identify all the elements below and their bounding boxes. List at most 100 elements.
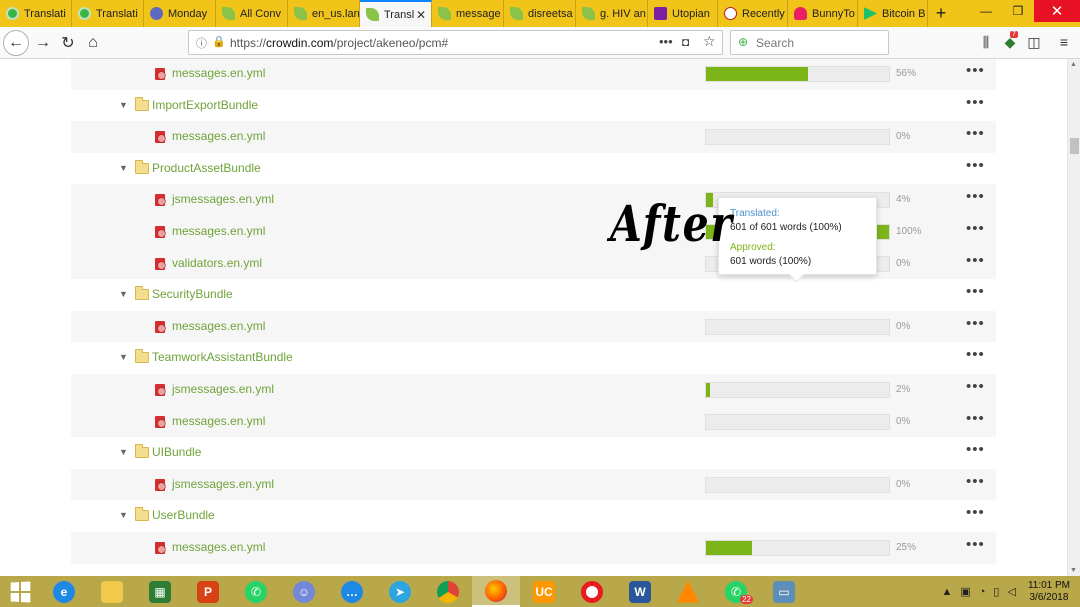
- file-name-link[interactable]: validators.en.yml: [172, 256, 262, 270]
- file-row[interactable]: jsmessages.en.yml 2% •••: [71, 374, 996, 406]
- tab-7[interactable]: disreetsa: [504, 0, 576, 27]
- taskbar-app-ppt[interactable]: P: [184, 576, 232, 607]
- tab-10[interactable]: Recently: [718, 0, 788, 27]
- file-row[interactable]: messages.en.yml 0% •••: [71, 121, 996, 153]
- bookmark-star-icon[interactable]: ☆: [703, 33, 716, 50]
- taskbar-app-ie[interactable]: e: [40, 576, 88, 607]
- row-menu-icon[interactable]: •••: [966, 379, 985, 394]
- scroll-thumb[interactable]: [1070, 138, 1079, 154]
- progress-bar[interactable]: [705, 66, 890, 82]
- row-menu-icon[interactable]: •••: [966, 253, 985, 268]
- folder-name[interactable]: UserBundle: [152, 508, 215, 522]
- progress-bar[interactable]: [705, 413, 890, 430]
- tab-2[interactable]: Monday: [144, 0, 216, 27]
- forward-button[interactable]: →: [30, 30, 56, 56]
- collapse-triangle-icon[interactable]: ▼: [119, 100, 128, 110]
- volume-icon[interactable]: ◁: [1007, 585, 1015, 598]
- row-menu-icon[interactable]: •••: [966, 411, 985, 426]
- collapse-triangle-icon[interactable]: ▼: [119, 447, 128, 457]
- sidebar-icon[interactable]: ◫: [1025, 34, 1043, 52]
- file-name-link[interactable]: messages.en.yml: [172, 414, 265, 428]
- file-row[interactable]: messages.en.yml 56% •••: [71, 59, 996, 90]
- folder-row[interactable]: ▼ ImportExportBundle •••: [71, 90, 996, 122]
- file-name-link[interactable]: jsmessages.en.yml: [172, 477, 274, 491]
- file-name-link[interactable]: jsmessages.en.yml: [172, 192, 274, 206]
- tab-6[interactable]: message: [432, 0, 504, 27]
- battery-icon[interactable]: ▯: [993, 585, 999, 598]
- collapse-triangle-icon[interactable]: ▼: [119, 510, 128, 520]
- taskbar-app-opera[interactable]: [568, 576, 616, 607]
- tab-3[interactable]: All Conv: [216, 0, 288, 27]
- row-menu-icon[interactable]: •••: [966, 505, 985, 520]
- folder-row[interactable]: ▼ TeamworkAssistantBundle •••: [71, 342, 996, 374]
- progress-bar[interactable]: [705, 540, 890, 556]
- vertical-scrollbar[interactable]: ▲ ▼: [1067, 59, 1080, 576]
- file-name-link[interactable]: messages.en.yml: [172, 129, 265, 143]
- tab-5[interactable]: Transl ✕: [360, 0, 432, 27]
- taskbar-app-msg[interactable]: …: [328, 576, 376, 607]
- collapse-triangle-icon[interactable]: ▼: [119, 289, 128, 299]
- folder-row[interactable]: ▼ UserBundle •••: [71, 500, 996, 532]
- tab-11[interactable]: BunnyTo: [788, 0, 858, 27]
- row-menu-icon[interactable]: •••: [966, 189, 985, 204]
- folder-name[interactable]: UIBundle: [152, 445, 201, 459]
- folder-row[interactable]: ▼ UIBundle •••: [71, 437, 996, 469]
- close-window-button[interactable]: ✕: [1034, 0, 1080, 22]
- minimize-button[interactable]: —: [970, 0, 1002, 22]
- clock[interactable]: 11:01 PM 3/6/2018: [1028, 580, 1070, 604]
- row-menu-icon[interactable]: •••: [966, 537, 985, 552]
- info-icon[interactable]: ⓘ: [196, 35, 207, 51]
- row-menu-icon[interactable]: •••: [966, 284, 985, 299]
- home-button[interactable]: ⌂: [80, 30, 106, 56]
- back-button[interactable]: ←: [3, 30, 29, 56]
- row-menu-icon[interactable]: •••: [966, 95, 985, 110]
- taskbar-app-store[interactable]: ▦: [136, 576, 184, 607]
- collapse-triangle-icon[interactable]: ▼: [119, 352, 128, 362]
- folder-name[interactable]: ProductAssetBundle: [152, 161, 261, 175]
- scroll-down-icon[interactable]: ▼: [1070, 567, 1077, 574]
- taskbar-app-uc[interactable]: UC: [520, 576, 568, 607]
- extension-icon[interactable]: ◆ 7: [1001, 31, 1019, 52]
- tab-1[interactable]: Translati: [72, 0, 144, 27]
- taskbar-app-wa[interactable]: ✆ 22: [712, 576, 760, 607]
- url-text[interactable]: https://crowdin.com/project/akeneo/pcm#: [230, 36, 448, 50]
- lock-icon[interactable]: 🔒: [212, 35, 226, 48]
- folder-row[interactable]: ▼ SecurityBundle •••: [71, 279, 996, 311]
- collapse-triangle-icon[interactable]: ▼: [119, 163, 128, 173]
- file-name-link[interactable]: messages.en.yml: [172, 224, 265, 238]
- pocket-icon[interactable]: ◘: [682, 35, 689, 49]
- progress-bar[interactable]: [705, 382, 890, 398]
- file-row[interactable]: messages.en.yml 0% •••: [71, 405, 996, 438]
- tab-12[interactable]: Bitcoin B: [858, 0, 928, 27]
- row-menu-icon[interactable]: •••: [966, 474, 985, 489]
- taskbar-app-word[interactable]: W: [616, 576, 664, 607]
- file-name-link[interactable]: messages.en.yml: [172, 319, 265, 333]
- taskbar-app-files[interactable]: [88, 576, 136, 607]
- wifi-icon[interactable]: ◔: [979, 586, 986, 598]
- taskbar-app-vlc[interactable]: [664, 576, 712, 607]
- progress-bar[interactable]: [705, 318, 890, 335]
- row-menu-icon[interactable]: •••: [966, 316, 985, 331]
- taskbar-app-tg[interactable]: ➤: [376, 576, 424, 607]
- new-tab-button[interactable]: +: [928, 0, 954, 27]
- progress-bar[interactable]: [705, 476, 890, 493]
- folder-name[interactable]: SecurityBundle: [152, 287, 233, 301]
- reload-button[interactable]: ↻: [55, 30, 81, 56]
- taskbar-app-photos[interactable]: ▭: [760, 576, 808, 607]
- row-menu-icon[interactable]: •••: [966, 158, 985, 173]
- taskbar-app-ff[interactable]: [472, 576, 520, 607]
- progress-bar[interactable]: [705, 129, 890, 146]
- file-row[interactable]: messages.en.yml 25% •••: [71, 532, 996, 564]
- file-row[interactable]: jsmessages.en.yml 0% •••: [71, 468, 996, 501]
- start-button[interactable]: [0, 576, 40, 607]
- row-menu-icon[interactable]: •••: [966, 347, 985, 362]
- file-name-link[interactable]: messages.en.yml: [172, 66, 265, 80]
- tab-8[interactable]: g. HIV an: [576, 0, 648, 27]
- file-name-link[interactable]: messages.en.yml: [172, 540, 265, 554]
- taskbar-app-discord[interactable]: ☺: [280, 576, 328, 607]
- tab-4[interactable]: en_us.lan: [288, 0, 360, 27]
- taskbar-app-chrome[interactable]: [424, 576, 472, 607]
- network-alert-icon[interactable]: ▣: [960, 585, 970, 598]
- folder-row[interactable]: ▼ ProductAssetBundle •••: [71, 153, 996, 185]
- tray-expand-icon[interactable]: ▲: [941, 586, 952, 598]
